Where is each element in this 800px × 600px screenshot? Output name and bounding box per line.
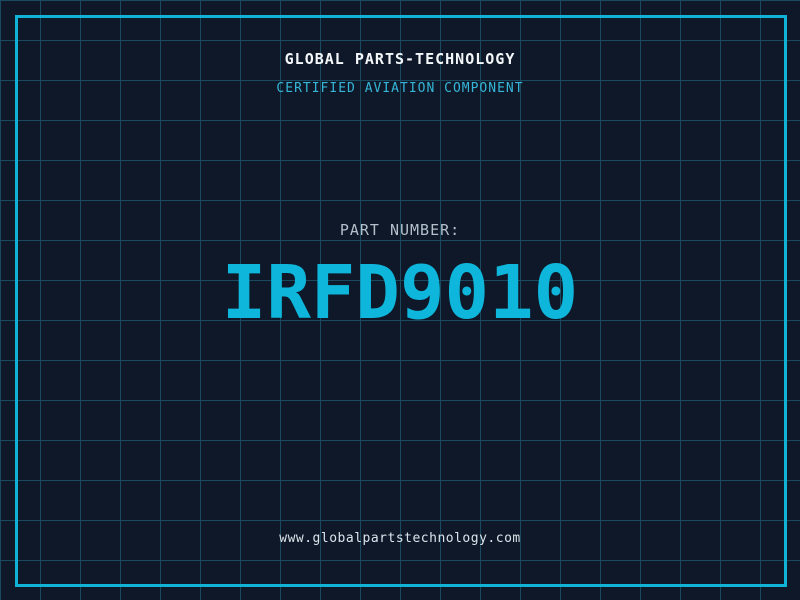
blueprint-stage: GLOBAL PARTS-TECHNOLOGY CERTIFIED AVIATI… xyxy=(0,0,800,600)
part-number-value: IRFD9010 xyxy=(221,250,579,336)
company-title: GLOBAL PARTS-TECHNOLOGY xyxy=(284,50,516,68)
website-url: www.globalpartstechnology.com xyxy=(279,531,521,546)
blueprint-page: { "page": { "title": "GLOBAL PARTS-TECHN… xyxy=(0,0,800,600)
part-number-label: PART NUMBER: xyxy=(339,221,461,239)
certification-subtitle: CERTIFIED AVIATION COMPONENT xyxy=(276,81,524,96)
